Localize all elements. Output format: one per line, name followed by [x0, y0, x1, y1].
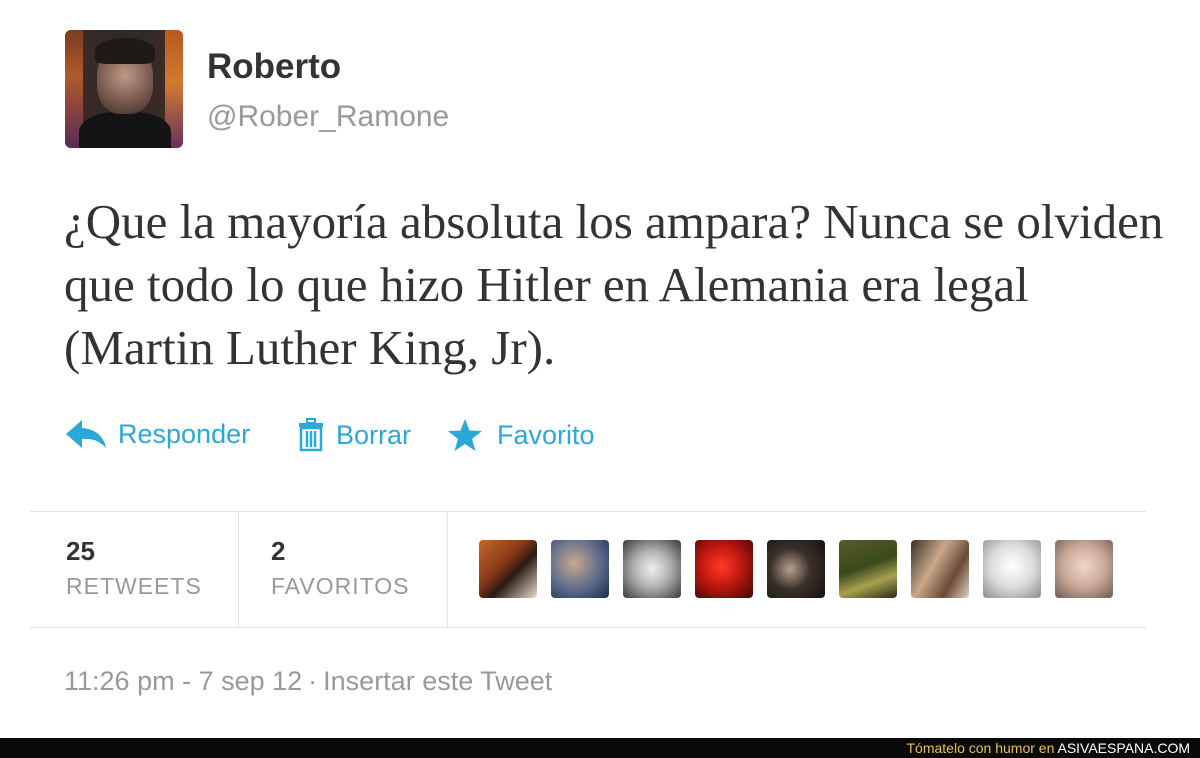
avatar[interactable] [767, 540, 825, 598]
favorites-label: FAVORITOS [271, 573, 410, 599]
avatar[interactable] [479, 540, 537, 598]
retweets-count: 25 [66, 536, 95, 566]
avatar[interactable] [695, 540, 753, 598]
avatar[interactable] [839, 540, 897, 598]
user-name[interactable]: Roberto [207, 49, 341, 84]
star-icon [447, 418, 483, 452]
favorite-label: Favorito [497, 419, 595, 450]
favorites-stat[interactable]: 2 FAVORITOS [238, 512, 448, 627]
avatar[interactable] [911, 540, 969, 598]
avatar[interactable] [983, 540, 1041, 598]
avatar[interactable] [1055, 540, 1113, 598]
reply-button[interactable]: Responder [64, 418, 250, 450]
avatar[interactable] [551, 540, 609, 598]
delete-button[interactable]: Borrar [298, 418, 411, 452]
avatar[interactable] [65, 30, 183, 148]
reply-icon [64, 418, 108, 450]
banner-prefix: Tómatelo con humor en [906, 740, 1055, 756]
favorite-button[interactable]: Favorito [447, 418, 595, 452]
retweets-stat[interactable]: 25 RETWEETS [30, 512, 239, 627]
delete-label: Borrar [336, 419, 412, 450]
trash-icon [298, 418, 324, 452]
retweets-label: RETWEETS [66, 573, 202, 599]
tweet-meta: 11:26 pm - 7 sep 12 · Insertar este Tweet [64, 666, 553, 696]
watermark-banner: Tómatelo con humor en ASIVAESPANA.COM [0, 738, 1200, 758]
tweet-timestamp[interactable]: 11:26 pm - 7 sep 12 [64, 666, 302, 696]
reply-label: Responder [118, 418, 251, 449]
embed-tweet-link[interactable]: Insertar este Tweet [323, 666, 552, 696]
tweet-text: ¿Que la mayoría absoluta los ampara? Nun… [64, 194, 1164, 375]
banner-site[interactable]: ASIVAESPANA.COM [1057, 740, 1190, 756]
favorites-count: 2 [271, 536, 286, 566]
avatar[interactable] [623, 540, 681, 598]
tweet-stats: 25 RETWEETS 2 FAVORITOS [30, 511, 1146, 628]
user-handle[interactable]: @Rober_Ramone [207, 102, 449, 132]
